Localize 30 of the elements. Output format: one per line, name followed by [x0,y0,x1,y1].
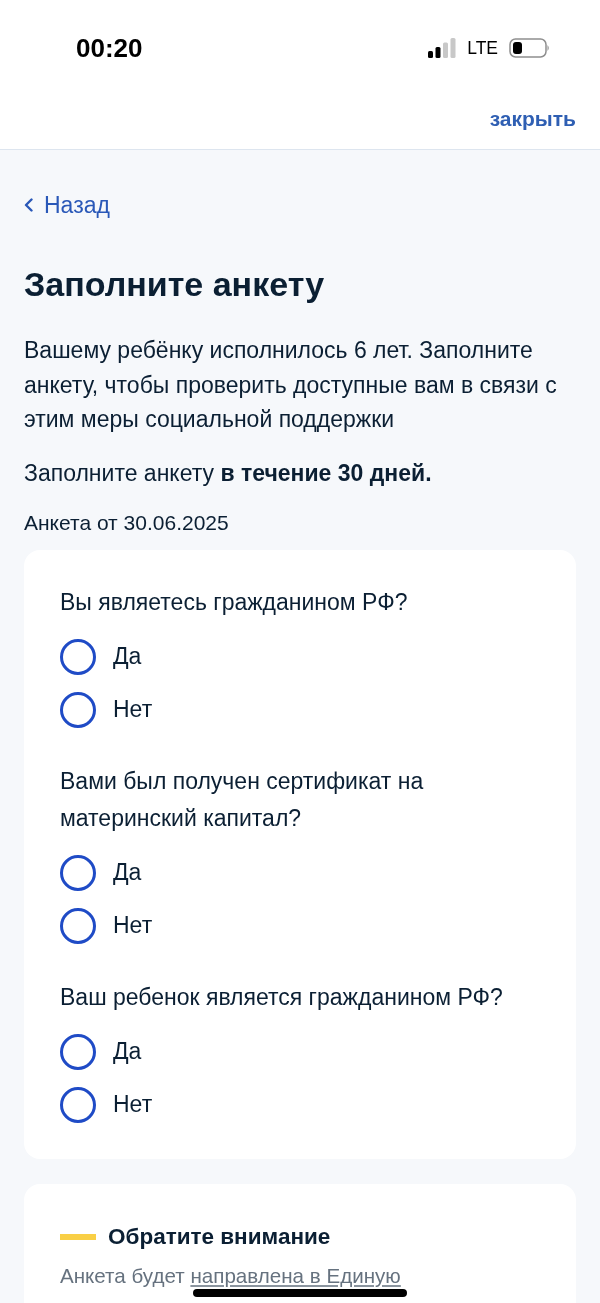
option-label[interactable]: Да [113,643,142,670]
question-text: Вы являетесь гражданином РФ? [60,587,409,617]
signal-icon [428,38,457,58]
network-type: LTE [467,37,498,59]
accent-bar-icon [60,1233,96,1240]
intro-text: Вашему ребёнку исполнилось 6 лет. Заполните анкету, чтобы проверить доступные вам в связи с этим меры социальной поддержки [24,336,558,434]
close-link[interactable]: закрыть [489,106,576,131]
notice-title: Обратите внимание [108,1223,331,1250]
form-date: Анкета от 30.06.2025 [24,509,230,536]
radio-button[interactable] [60,854,96,891]
chevron-left-icon [24,198,33,212]
option-label[interactable]: Да [113,859,142,886]
radio-button[interactable] [60,1033,96,1070]
question-text: Ваш ребенок является гражданином РФ? [60,982,504,1012]
option-label[interactable]: Нет [113,696,153,723]
deadline-text: Заполните анкету в течение 30 дней. [24,458,433,488]
battery-icon [509,38,550,58]
option-label[interactable]: Нет [113,1091,153,1118]
back-link[interactable]: Назад [24,191,110,219]
page-title: Заполните анкету [24,264,326,304]
question-text: Вами был получен сертификат на материнский капитал? [60,766,425,833]
status-time: 00:20 [76,32,143,64]
radio-button[interactable] [60,907,96,944]
option-label[interactable]: Да [113,1038,142,1065]
radio-button[interactable] [60,638,96,675]
notice-link[interactable]: направлена в Единую [190,1265,401,1286]
option-label[interactable]: Нет [113,912,153,939]
radio-button[interactable] [60,1086,96,1123]
notice-text: Анкета будет направлена в Единую [60,1265,401,1286]
radio-button[interactable] [60,691,96,728]
